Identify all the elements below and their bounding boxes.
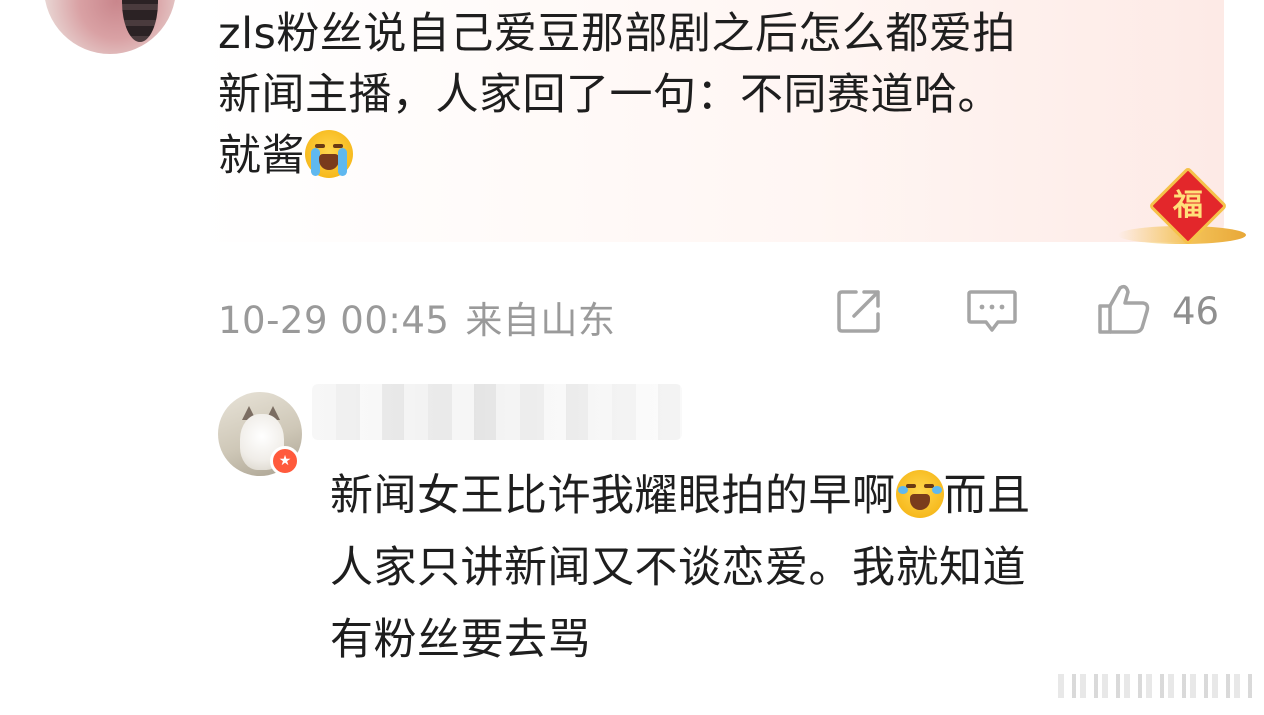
comment-line: 而且: [943, 471, 1031, 521]
comment-line: 就酱: [218, 131, 305, 181]
laughing-tears-icon: [895, 470, 944, 518]
comment-text-top: zls粉丝说自己爱豆那部剧之后怎么都爱拍 新闻主播，人家回了一句：不同赛道哈。 …: [218, 4, 1208, 187]
share-icon[interactable]: [834, 286, 884, 336]
comment-line: 有粉丝要去骂: [330, 615, 591, 665]
fu-badge-icon: 福: [1118, 166, 1248, 254]
avatar-hair: [122, 0, 158, 42]
comment-line: 新闻女王比许我耀眼拍的早啊: [330, 471, 896, 521]
watermark-pattern: [1058, 674, 1254, 698]
crying-face-icon: [305, 130, 353, 178]
fu-character: 福: [1173, 188, 1203, 223]
blurred-username[interactable]: [312, 384, 682, 440]
user-avatar-top[interactable]: [44, 0, 176, 54]
location: 来自山东: [465, 299, 616, 342]
like-count: 46: [1172, 290, 1220, 333]
verified-badge-icon: [270, 446, 300, 476]
comment-line: 新闻主播，人家回了一句：不同赛道哈。: [218, 70, 1001, 120]
comment-line: 人家只讲新闻又不谈恋爱。我就知道: [330, 543, 1026, 593]
comment-line: zls粉丝说自己爱豆那部剧之后怎么都爱拍: [218, 9, 1016, 59]
comment-text-reply: 新闻女王比许我耀眼拍的早啊 而且 人家只讲新闻又不谈恋爱。我就知道 有粉丝要去骂: [330, 460, 1230, 676]
like-thumb-icon[interactable]: [1096, 282, 1152, 336]
timestamp: 10-29 00:45: [218, 299, 450, 342]
comment-meta: 10-29 00:45 来自山东: [218, 290, 615, 344]
comment-icon[interactable]: [966, 286, 1018, 336]
